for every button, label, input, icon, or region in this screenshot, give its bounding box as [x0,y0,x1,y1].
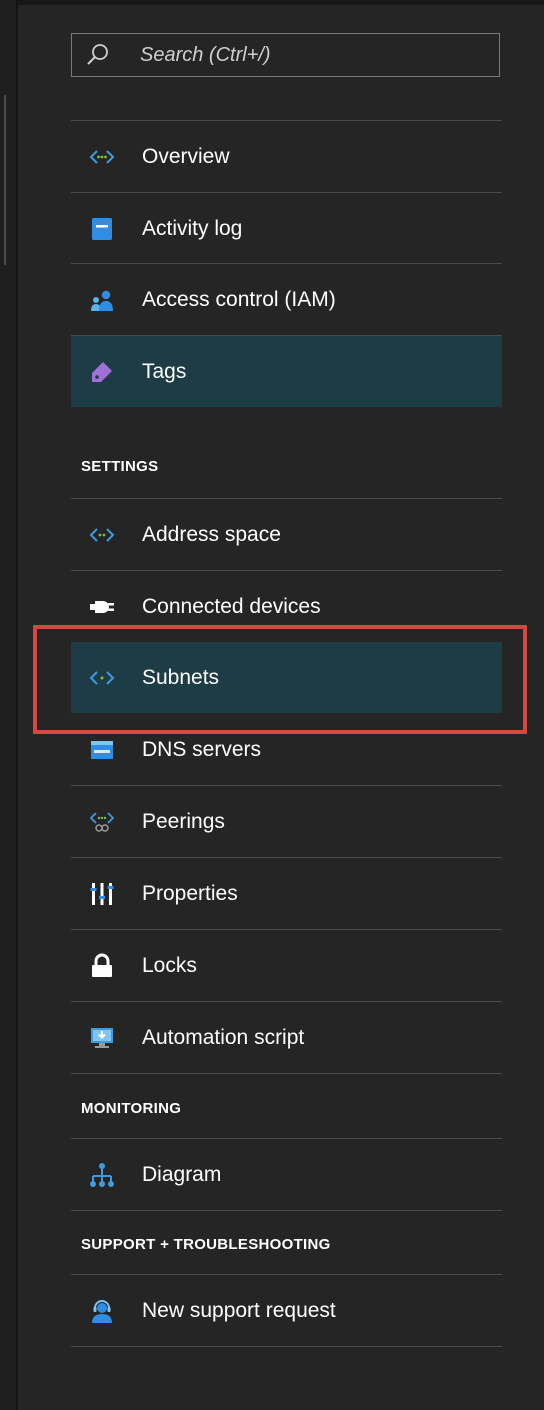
activity-log-icon [92,217,112,240]
menu-item-locks[interactable]: Locks [71,930,502,1001]
menu-item-label: DNS servers [142,737,262,761]
peering-icon [89,811,115,832]
menu-item-tags[interactable]: Tags [71,336,502,407]
plug-icon [90,600,114,613]
lock-icon [92,953,112,977]
section-heading-monitoring: MONITORING [81,1100,182,1117]
menu-item-label: Diagram [142,1162,222,1186]
menu-item-diagram[interactable]: Diagram [71,1139,502,1210]
properties-icon [90,882,114,905]
menu-item-label: Overview [142,144,230,168]
menu-item-automation-script[interactable]: Automation script [71,1002,502,1073]
network-code-icon [89,527,115,542]
resource-menu-screenshot: Search (Ctrl+/) Overview Activity log Ac… [0,0,544,1410]
search-placeholder: Search (Ctrl+/) [140,44,271,66]
menu-item-label: Locks [142,953,197,977]
menu-item-label: Activity log [142,216,243,240]
menu-item-dns-servers[interactable]: DNS servers [71,714,502,785]
divider [71,1210,502,1211]
network-code-icon [89,670,115,685]
menu-item-connected-devices[interactable]: Connected devices [71,571,502,642]
menu-item-label: Automation script [142,1025,305,1049]
diagram-icon [90,1162,114,1187]
menu-item-new-support-request[interactable]: New support request [71,1275,502,1346]
menu-item-label: Properties [142,881,238,905]
menu-item-address-space[interactable]: Address space [71,499,502,570]
left-strip-mark [4,95,6,265]
search-input[interactable]: Search (Ctrl+/) [71,33,500,77]
support-person-icon [92,1299,112,1323]
menu-item-label: Tags [142,359,187,383]
search-icon [87,44,108,65]
menu-item-label: New support request [142,1298,336,1322]
menu-item-access-control[interactable]: Access control (IAM) [71,264,502,335]
menu-item-label: Subnets [142,665,220,689]
section-heading-settings: SETTINGS [81,458,159,475]
menu-item-label: Address space [142,522,281,546]
tag-icon [92,361,112,382]
network-code-icon [89,149,115,164]
left-strip [0,0,16,1410]
menu-item-subnets[interactable]: Subnets [71,642,502,713]
menu-item-properties[interactable]: Properties [71,858,502,929]
menu-item-overview[interactable]: Overview [71,121,502,192]
divider [71,1346,502,1347]
divider [71,1073,502,1074]
section-heading-support: SUPPORT + TROUBLESHOOTING [81,1236,331,1253]
top-border [0,0,544,5]
menu-item-label: Access control (IAM) [142,287,336,311]
menu-item-label: Connected devices [142,594,321,618]
users-icon [91,290,113,311]
menu-item-activity-log[interactable]: Activity log [71,193,502,264]
dns-icon [91,740,113,759]
menu-item-label: Peerings [142,809,225,833]
menu-item-peerings[interactable]: Peerings [71,786,502,857]
left-divider [16,0,18,1410]
automation-monitor-icon [91,1027,113,1048]
